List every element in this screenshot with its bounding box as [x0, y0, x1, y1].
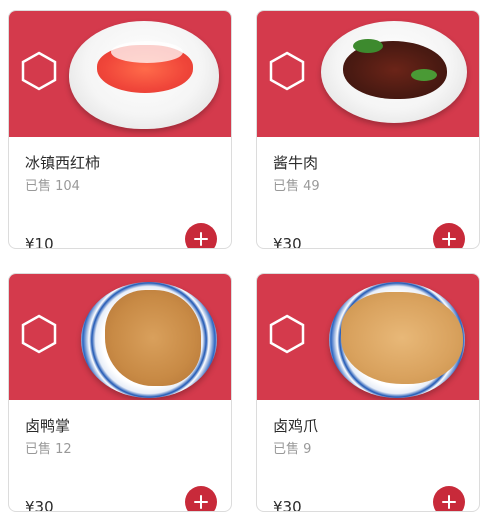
product-price: ¥30 — [25, 498, 54, 512]
cilantro-garnish — [411, 69, 437, 81]
product-grid: 冰镇西红柿 已售 104 ¥10 酱牛肉 已售 49 ¥30 卤鸭掌 已售 12… — [0, 0, 493, 525]
brand-logo — [21, 51, 57, 91]
add-to-cart-button[interactable] — [185, 223, 217, 248]
duck-feet — [105, 290, 201, 386]
product-name: 冰镇西红柿 — [25, 154, 101, 172]
plus-icon — [194, 232, 208, 246]
cilantro-garnish — [353, 39, 383, 53]
product-price: ¥30 — [273, 235, 302, 249]
sugar-topping — [111, 41, 183, 63]
product-card[interactable]: 卤鸭掌 已售 12 ¥30 — [8, 273, 232, 512]
plus-icon — [194, 495, 208, 509]
plus-icon — [442, 232, 456, 246]
brand-logo — [269, 51, 305, 91]
chicken-feet — [341, 292, 463, 384]
product-card[interactable]: 卤鸡爪 已售 9 ¥30 — [256, 273, 480, 512]
product-price: ¥10 — [25, 235, 54, 249]
add-to-cart-button[interactable] — [433, 486, 465, 511]
product-image — [257, 274, 479, 400]
product-name: 卤鸭掌 — [25, 417, 71, 435]
product-card[interactable]: 冰镇西红柿 已售 104 ¥10 — [8, 10, 232, 249]
sold-count: 已售 12 — [25, 442, 72, 457]
plus-icon — [442, 495, 456, 509]
add-to-cart-button[interactable] — [433, 223, 465, 248]
product-image — [257, 11, 479, 137]
add-to-cart-button[interactable] — [185, 486, 217, 511]
product-card[interactable]: 酱牛肉 已售 49 ¥30 — [256, 10, 480, 249]
brand-logo — [21, 314, 57, 354]
product-price: ¥30 — [273, 498, 302, 512]
product-image — [9, 11, 231, 137]
brand-logo — [269, 314, 305, 354]
sold-count: 已售 9 — [273, 442, 312, 457]
sold-count: 已售 104 — [25, 179, 80, 194]
product-name: 卤鸡爪 — [273, 417, 319, 435]
sold-count: 已售 49 — [273, 179, 320, 194]
product-name: 酱牛肉 — [273, 154, 319, 172]
product-image — [9, 274, 231, 400]
